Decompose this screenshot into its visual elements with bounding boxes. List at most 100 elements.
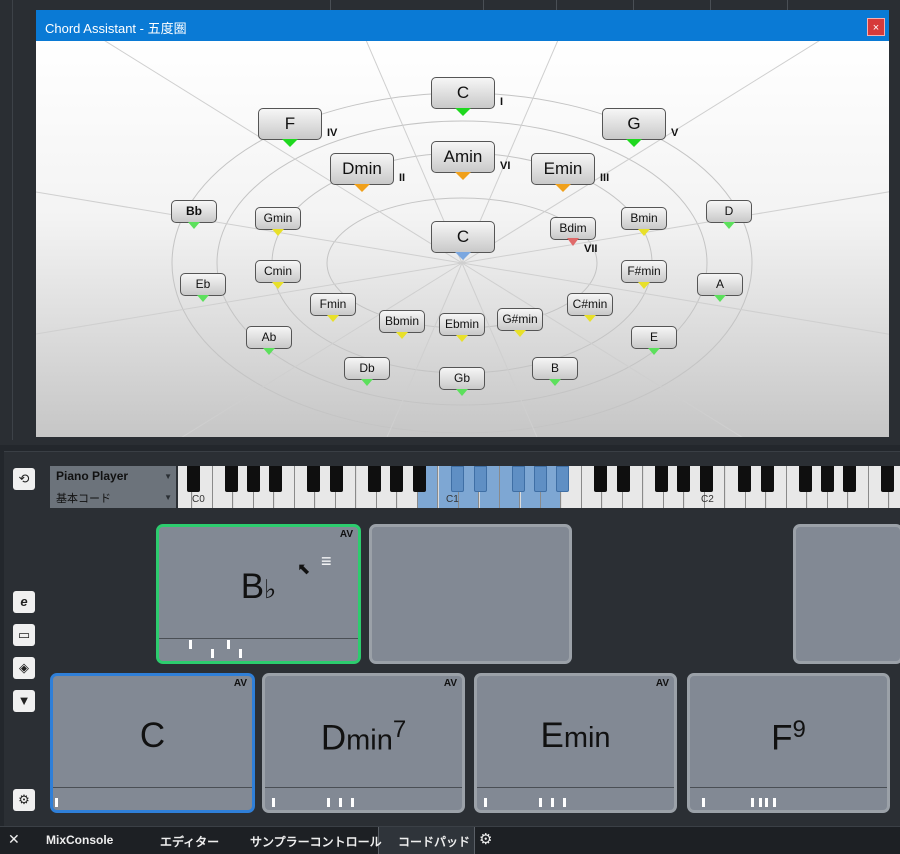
- chord-chip-eb[interactable]: Eb: [180, 273, 226, 296]
- piano-black-key[interactable]: [330, 466, 343, 492]
- chord-chip-label: B: [551, 361, 559, 375]
- chord-chip-a[interactable]: A: [697, 273, 743, 296]
- close-icon[interactable]: ✕: [8, 831, 20, 848]
- chord-chip-gb[interactable]: Gb: [439, 367, 485, 390]
- piano-black-key[interactable]: [451, 466, 464, 492]
- voicing-note: [765, 798, 768, 807]
- chord-chip-bdim[interactable]: BdimVII: [550, 217, 596, 240]
- chord-chip-ab[interactable]: Ab: [246, 326, 292, 349]
- piano-black-key[interactable]: [761, 466, 774, 492]
- chord-chip-f[interactable]: FIV: [258, 108, 322, 140]
- reset-icon: ⟲: [19, 471, 30, 486]
- pad-menu-icon[interactable]: ≡: [321, 551, 332, 572]
- chord-chip-d[interactable]: D: [706, 200, 752, 223]
- piano-black-key[interactable]: [368, 466, 381, 492]
- tag-icon: ◈: [19, 660, 29, 675]
- piano-black-key[interactable]: [556, 466, 569, 492]
- piano-black-key[interactable]: [843, 466, 856, 492]
- chord-chip-label: Amin: [444, 147, 483, 166]
- chord-chip-bb[interactable]: Bb: [171, 200, 217, 223]
- reset-button[interactable]: ⟲: [13, 468, 35, 490]
- chord-chip-amin[interactable]: AminVI: [431, 141, 495, 173]
- chord-pad[interactable]: [793, 524, 900, 664]
- chord-root: D: [321, 719, 346, 758]
- voicing-note: [551, 798, 554, 807]
- chord-chip-label: F: [285, 114, 295, 133]
- chord-pad[interactable]: AVDmin7: [262, 673, 465, 813]
- chord-chip-db[interactable]: Db: [344, 357, 390, 380]
- piano-black-key[interactable]: [677, 466, 690, 492]
- piano-black-key[interactable]: [225, 466, 238, 492]
- chord-chip-bbmin[interactable]: Bbmin: [379, 310, 425, 333]
- chord-chip-fmin[interactable]: Fmin: [310, 293, 356, 316]
- chip-indicator-triangle: [626, 139, 642, 147]
- chord-pad[interactable]: AVEmin: [474, 673, 677, 813]
- chord-chip-emin[interactable]: EminIII: [531, 153, 595, 185]
- voicing-note: [773, 798, 776, 807]
- pad-chord-label: F9: [690, 716, 887, 759]
- piano-black-key[interactable]: [799, 466, 812, 492]
- piano-black-key[interactable]: [700, 466, 713, 492]
- chord-chip-dmin[interactable]: DminII: [330, 153, 394, 185]
- tab-mixconsole[interactable]: MixConsole: [46, 833, 113, 847]
- chord-chip-bmin[interactable]: Bmin: [621, 207, 667, 230]
- tab-sampler-control[interactable]: サンプラーコントロール: [250, 833, 382, 850]
- chord-chip-g[interactable]: GV: [602, 108, 666, 140]
- piano-black-key[interactable]: [512, 466, 525, 492]
- chord-chip-c[interactable]: C: [431, 221, 495, 253]
- piano-black-key[interactable]: [413, 466, 426, 492]
- piano-black-key[interactable]: [655, 466, 668, 492]
- settings-button[interactable]: ⚙: [13, 789, 35, 811]
- chord-pad[interactable]: F9: [687, 673, 890, 813]
- voicing-strip: [53, 787, 252, 810]
- piano-black-key[interactable]: [534, 466, 547, 492]
- piano-black-key[interactable]: [247, 466, 260, 492]
- chevron-down-icon: ▼: [164, 472, 172, 481]
- window-title-bar[interactable]: Chord Assistant - 五度圏 ×: [36, 10, 889, 41]
- chord-chip-fsharpmin[interactable]: F#min: [621, 260, 667, 283]
- mini-keyboard[interactable]: C0C1C2: [178, 466, 900, 508]
- piano-black-key[interactable]: [821, 466, 834, 492]
- close-button[interactable]: ×: [867, 18, 885, 36]
- chord-chip-gsharpmin[interactable]: G#min: [497, 308, 543, 331]
- chord-chip-csharpmin[interactable]: C#min: [567, 293, 613, 316]
- chat-button[interactable]: ▭: [13, 624, 35, 646]
- piano-black-key[interactable]: [738, 466, 751, 492]
- editor-button[interactable]: e: [13, 591, 35, 613]
- chord-chip-label: G: [627, 114, 640, 133]
- tab-editor[interactable]: エディター: [160, 833, 219, 850]
- player-selector[interactable]: Piano Player ▼ 基本コード ▼: [50, 466, 176, 508]
- chord-chip-label: Emin: [544, 159, 583, 178]
- chord-chip-ebmin[interactable]: Ebmin: [439, 313, 485, 336]
- dropdown-button[interactable]: ▼: [13, 690, 35, 712]
- piano-black-key[interactable]: [881, 466, 894, 492]
- chord-extension: 7: [393, 716, 406, 743]
- chord-pad[interactable]: AVB♭≡⬉: [156, 524, 361, 664]
- piano-black-key[interactable]: [187, 466, 200, 492]
- piano-black-key[interactable]: [269, 466, 282, 492]
- chord-chip-label: Ab: [262, 330, 277, 344]
- chord-pad[interactable]: AVC: [50, 673, 255, 813]
- circle-spoke: [462, 118, 889, 263]
- piano-black-key[interactable]: [307, 466, 320, 492]
- voicing-note: [339, 798, 342, 807]
- chord-chip-label: Bdim: [559, 221, 586, 235]
- chord-chip-c[interactable]: CI: [431, 77, 495, 109]
- voicing-strip: [159, 638, 358, 661]
- gear-icon[interactable]: ⚙: [479, 830, 492, 848]
- chord-root: F: [771, 719, 792, 758]
- chord-chip-cmin[interactable]: Cmin: [255, 260, 301, 283]
- chord-pad[interactable]: [369, 524, 572, 664]
- piano-black-key[interactable]: [390, 466, 403, 492]
- chord-chip-e[interactable]: E: [631, 326, 677, 349]
- chord-chip-b[interactable]: B: [532, 357, 578, 380]
- tag-button[interactable]: ◈: [13, 657, 35, 679]
- chord-chip-label: Gb: [454, 371, 470, 385]
- piano-black-key[interactable]: [474, 466, 487, 492]
- piano-black-key[interactable]: [617, 466, 630, 492]
- piano-black-key[interactable]: [594, 466, 607, 492]
- chord-chip-gmin[interactable]: Gmin: [255, 207, 301, 230]
- chord-assistant-window: Chord Assistant - 五度圏 × CI FIV GV DminII Ami…: [36, 10, 889, 437]
- chord-chip-label: C#min: [573, 297, 608, 311]
- tab-chord-pads[interactable]: コードパッド: [398, 833, 470, 850]
